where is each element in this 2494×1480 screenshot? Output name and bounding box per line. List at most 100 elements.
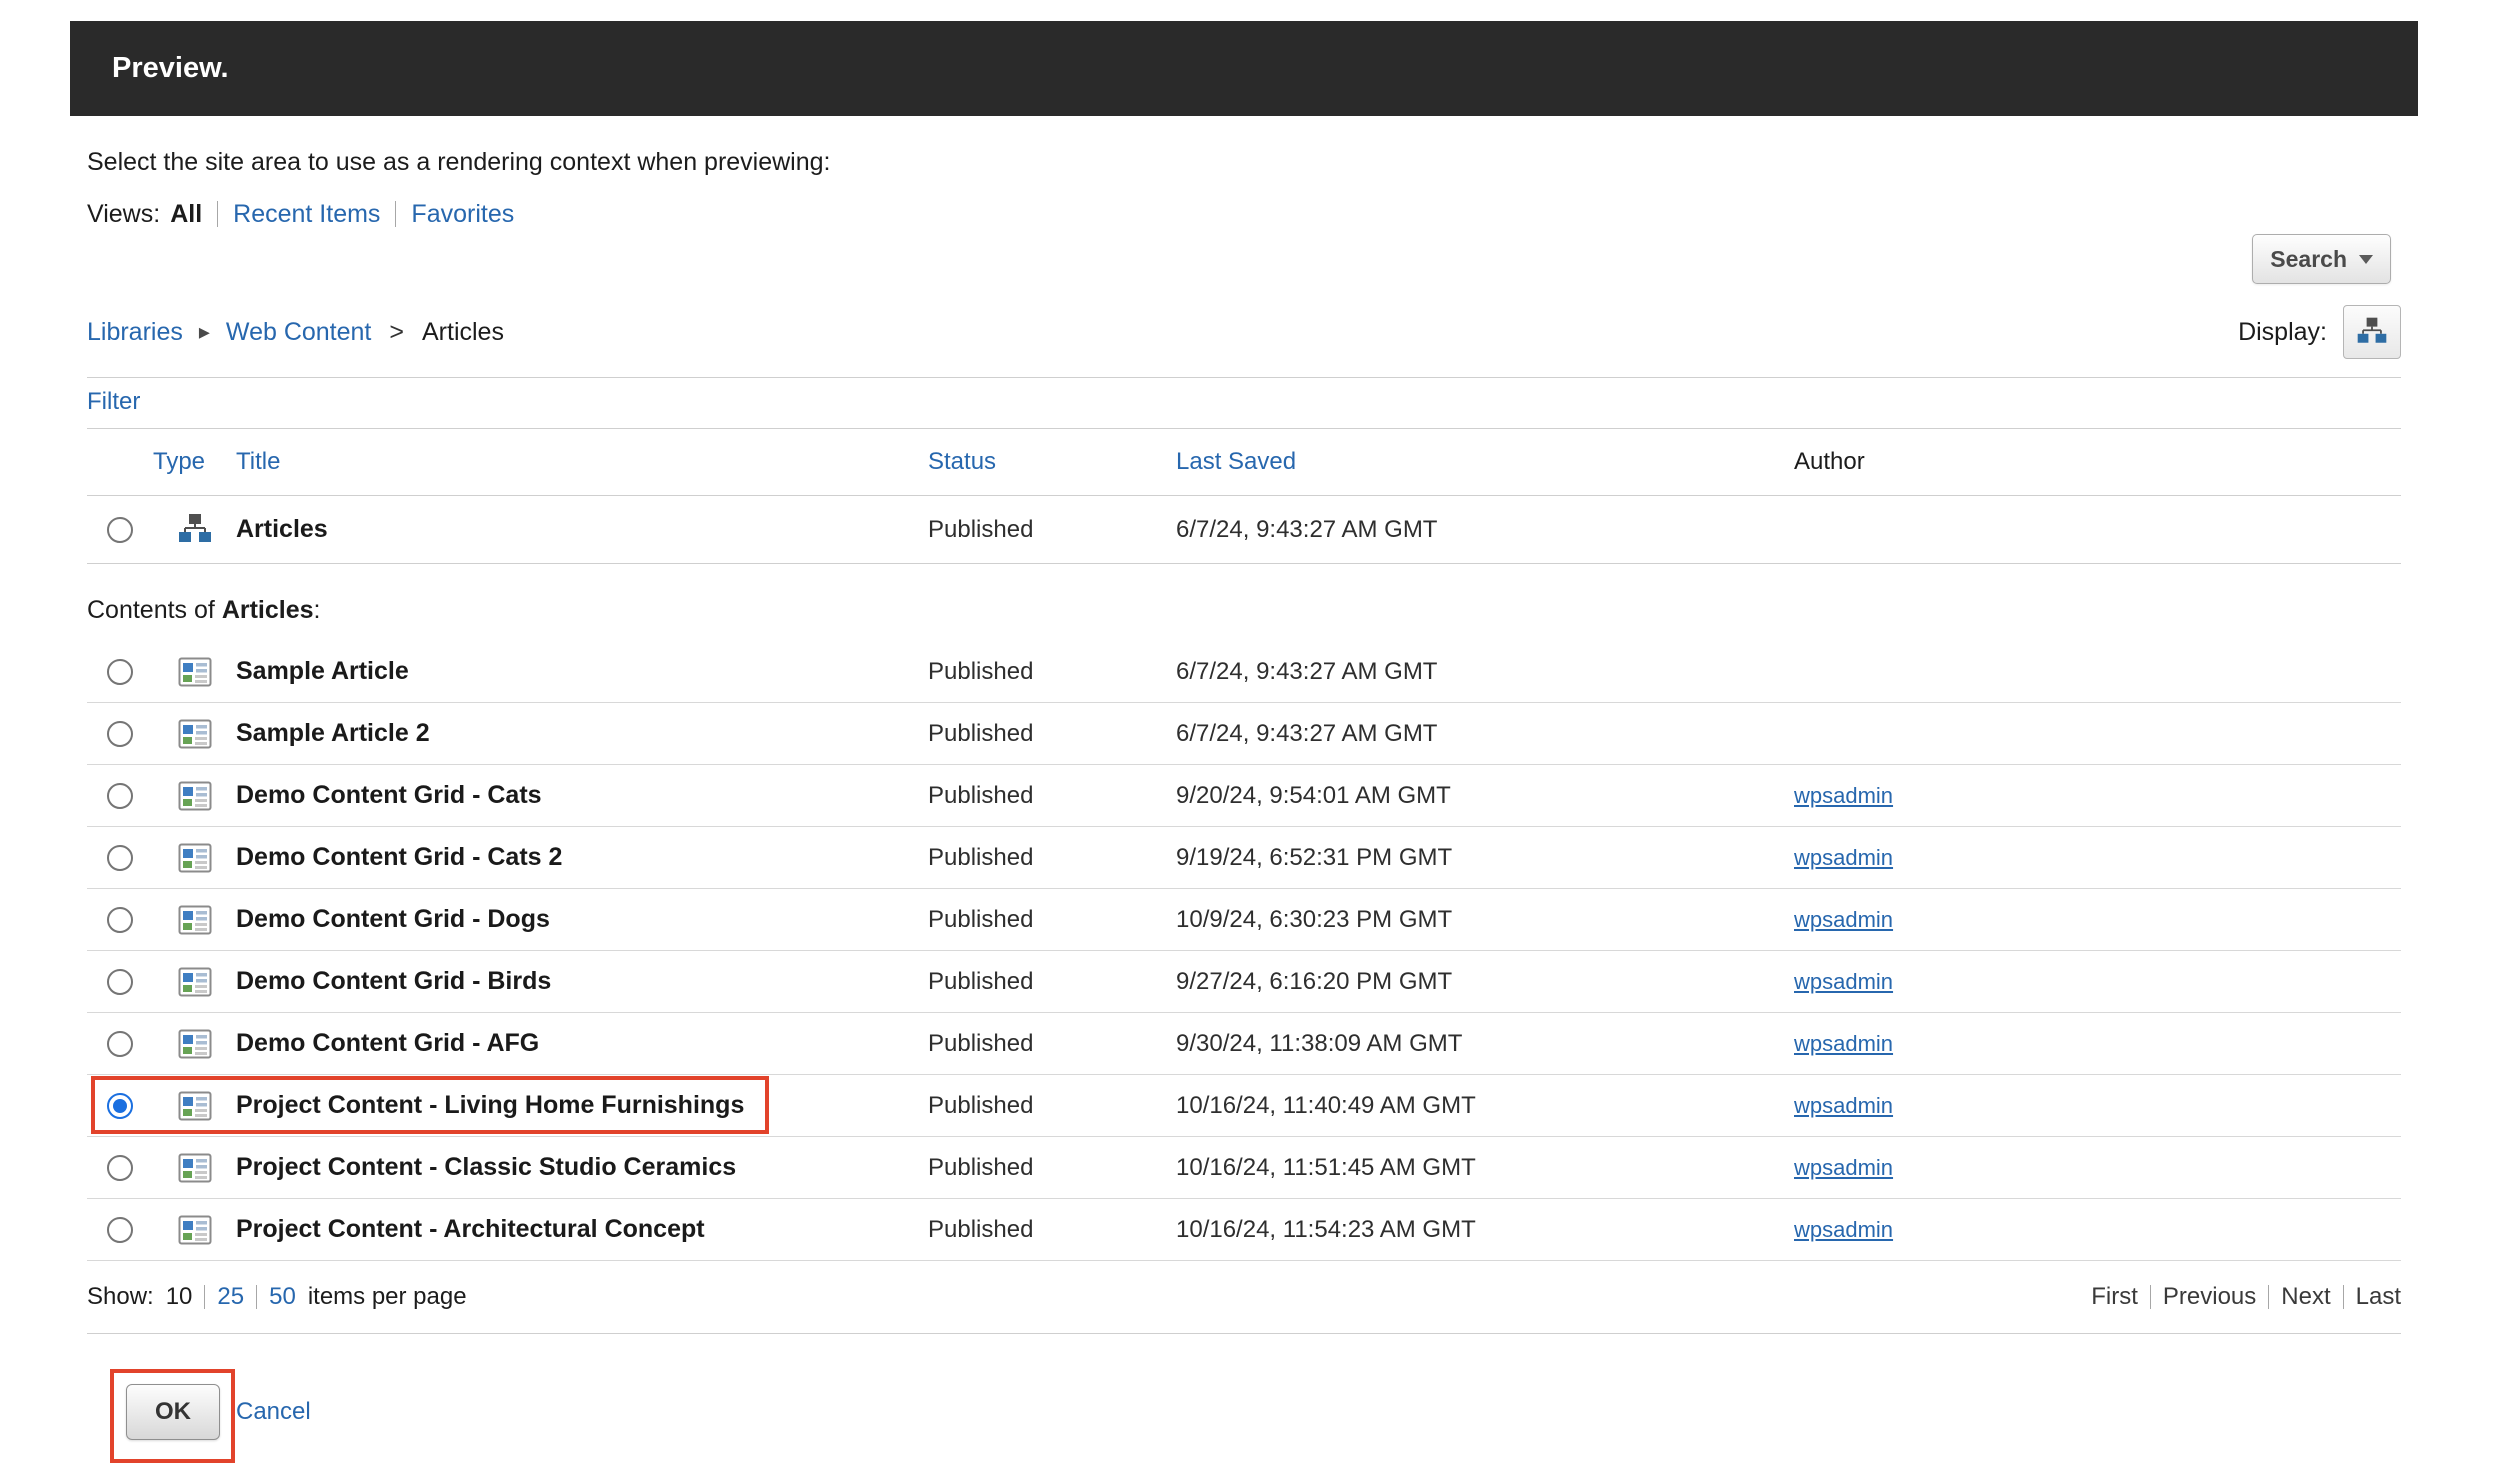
page-size-10[interactable]: 10 (166, 1283, 193, 1311)
display-mode-button[interactable] (2343, 305, 2401, 359)
row-type-cell (153, 513, 236, 547)
row-author-cell: wpsadmin (1794, 782, 2401, 810)
contents-heading-suffix: : (314, 596, 321, 624)
row-radio-cell (87, 1155, 153, 1181)
row-radio[interactable] (107, 907, 133, 933)
row-type-cell (153, 1091, 236, 1121)
row-last-saved: 9/30/24, 11:38:09 AM GMT (1176, 1030, 1794, 1058)
content-rows: Sample Article Published 6/7/24, 9:43:27… (87, 641, 2401, 1261)
pager-next[interactable]: Next (2269, 1283, 2342, 1311)
pager-first[interactable]: First (2091, 1283, 2150, 1311)
row-status: Published (928, 1030, 1176, 1058)
row-author-cell: wpsadmin (1794, 968, 2401, 996)
breadcrumb-row: Libraries ▸ Web Content > Articles Displ… (87, 304, 2401, 360)
breadcrumb-libraries[interactable]: Libraries (87, 318, 183, 347)
row-radio-cell (87, 907, 153, 933)
row-radio[interactable] (107, 517, 133, 543)
table-header: Type Title Status Last Saved Author (87, 429, 2401, 496)
row-author-cell: wpsadmin (1794, 1154, 2401, 1182)
row-radio[interactable] (107, 783, 133, 809)
search-button[interactable]: Search (2252, 234, 2391, 284)
row-author-link[interactable]: wpsadmin (1794, 969, 1893, 994)
column-header-title[interactable]: Title (236, 448, 928, 476)
dialog-footer: OK Cancel (87, 1334, 2401, 1474)
separator (204, 1285, 205, 1309)
column-header-status[interactable]: Status (928, 448, 1176, 476)
row-author-link[interactable]: wpsadmin (1794, 1031, 1893, 1056)
dialog-header: Preview. (70, 21, 2418, 116)
row-type-cell (153, 781, 236, 811)
display-group: Display: (2238, 305, 2401, 359)
row-last-saved: 6/7/24, 9:43:27 AM GMT (1176, 516, 1794, 544)
filter-link[interactable]: Filter (87, 388, 140, 415)
row-radio[interactable] (107, 1031, 133, 1057)
row-last-saved: 10/16/24, 11:51:45 AM GMT (1176, 1154, 1794, 1182)
row-radio-cell (87, 721, 153, 747)
pager-last[interactable]: Last (2344, 1283, 2401, 1311)
views-label: Views: (87, 200, 160, 229)
row-status: Published (928, 1092, 1176, 1120)
dialog-title: Preview. (112, 52, 229, 85)
column-header-last-saved[interactable]: Last Saved (1176, 448, 1794, 476)
row-radio-cell (87, 783, 153, 809)
row-type-cell (153, 905, 236, 935)
context-menu-arrow-icon[interactable]: ▸ (199, 319, 210, 345)
row-type-cell (153, 1215, 236, 1245)
row-radio-cell (87, 1093, 153, 1119)
row-radio[interactable] (107, 1093, 133, 1119)
row-last-saved: 6/7/24, 9:43:27 AM GMT (1176, 658, 1794, 686)
pager-previous[interactable]: Previous (2151, 1283, 2268, 1311)
row-author-cell: wpsadmin (1794, 1092, 2401, 1120)
row-radio[interactable] (107, 969, 133, 995)
row-status: Published (928, 1216, 1176, 1244)
breadcrumb-web-content[interactable]: Web Content (226, 318, 371, 347)
row-radio[interactable] (107, 721, 133, 747)
content-item-icon (178, 781, 212, 811)
row-author-link[interactable]: wpsadmin (1794, 1155, 1893, 1180)
row-title: Demo Content Grid - Birds (236, 967, 928, 996)
row-author-link[interactable]: wpsadmin (1794, 1093, 1893, 1118)
row-last-saved: 9/27/24, 6:16:20 PM GMT (1176, 968, 1794, 996)
row-type-cell (153, 843, 236, 873)
row-author-cell: wpsadmin (1794, 844, 2401, 872)
breadcrumb-separator: > (389, 318, 404, 347)
table-row: Sample Article Published 6/7/24, 9:43:27… (87, 641, 2401, 703)
row-author-link[interactable]: wpsadmin (1794, 1217, 1893, 1242)
view-favorites[interactable]: Favorites (411, 200, 514, 229)
row-author-link[interactable]: wpsadmin (1794, 845, 1893, 870)
cancel-link[interactable]: Cancel (236, 1398, 311, 1426)
row-status: Published (928, 658, 1176, 686)
row-radio[interactable] (107, 1155, 133, 1181)
row-author-link[interactable]: wpsadmin (1794, 907, 1893, 932)
row-author-link[interactable]: wpsadmin (1794, 783, 1893, 808)
contents-heading: Contents of Articles: (87, 564, 2401, 641)
column-header-type[interactable]: Type (153, 448, 236, 476)
view-all[interactable]: All (170, 200, 202, 229)
views-bar: Views: All Recent Items Favorites (87, 196, 2401, 232)
row-status: Published (928, 516, 1176, 544)
show-label: Show: (87, 1283, 154, 1311)
row-type-cell (153, 1153, 236, 1183)
page-size-25[interactable]: 25 (217, 1283, 244, 1311)
row-title: Demo Content Grid - AFG (236, 1029, 928, 1058)
content-item-icon (178, 967, 212, 997)
row-radio[interactable] (107, 845, 133, 871)
view-recent-items[interactable]: Recent Items (233, 200, 380, 229)
table-row: Demo Content Grid - Birds Published 9/27… (87, 951, 2401, 1013)
page-size-50[interactable]: 50 (269, 1283, 296, 1311)
content-item-icon (178, 657, 212, 687)
table-row: Sample Article 2 Published 6/7/24, 9:43:… (87, 703, 2401, 765)
display-label: Display: (2238, 318, 2327, 347)
dialog-body: Select the site area to use as a renderi… (70, 146, 2418, 1474)
breadcrumb: Libraries ▸ Web Content > Articles (87, 318, 504, 347)
row-radio[interactable] (107, 659, 133, 685)
table-row-site-area: Articles Published 6/7/24, 9:43:27 AM GM… (87, 496, 2401, 564)
row-author-cell: wpsadmin (1794, 906, 2401, 934)
filter-bar: Filter (87, 377, 2401, 429)
site-area-icon (176, 513, 214, 547)
ok-button[interactable]: OK (126, 1384, 220, 1440)
row-status: Published (928, 782, 1176, 810)
table-row: Demo Content Grid - AFG Published 9/30/2… (87, 1013, 2401, 1075)
row-radio[interactable] (107, 1217, 133, 1243)
table-row: Demo Content Grid - Cats Published 9/20/… (87, 765, 2401, 827)
